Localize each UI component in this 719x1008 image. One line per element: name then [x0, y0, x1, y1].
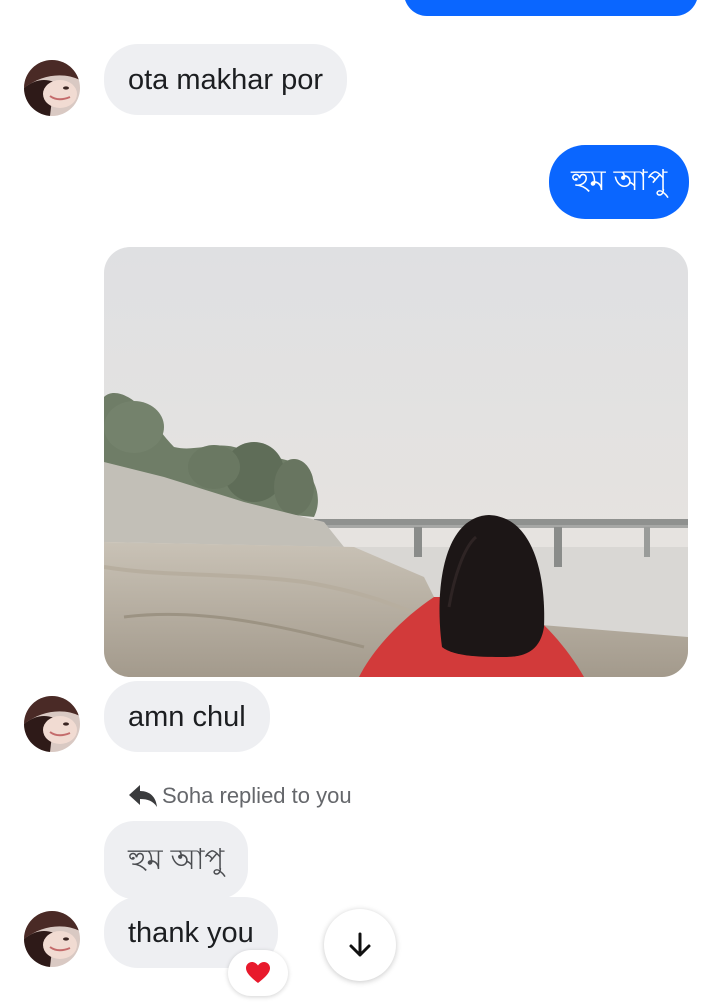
message-bubble-incoming[interactable]: amn chul [104, 681, 270, 752]
avatar-photo [24, 60, 80, 116]
reply-note-text: Soha replied to you [162, 783, 352, 808]
previous-outgoing-bubble[interactable] [404, 0, 698, 16]
reaction-badge[interactable] [228, 950, 288, 996]
scroll-to-bottom-button[interactable] [324, 909, 396, 981]
heart-icon [246, 962, 270, 983]
message-text: thank you [128, 916, 254, 949]
avatar[interactable] [24, 696, 80, 752]
quoted-message-bubble[interactable]: হুম আপু [104, 821, 249, 899]
arrow-down-icon [349, 932, 371, 957]
avatar-photo [24, 696, 80, 752]
message-text: হুম আপু [128, 844, 225, 876]
reply-arrow-icon [129, 785, 157, 807]
chat-thread: ota makhar por হুম আপু amn chul Soha rep… [0, 0, 719, 1008]
message-text: amn chul [128, 700, 246, 733]
message-text: ota makhar por [128, 63, 324, 96]
message-text: হুম আপু [571, 164, 668, 197]
avatar-photo [24, 911, 80, 967]
photo-message[interactable] [104, 247, 688, 677]
avatar[interactable] [24, 60, 80, 116]
message-bubble-outgoing[interactable]: হুম আপু [549, 145, 690, 219]
reply-indicator: Soha replied to you [128, 780, 352, 812]
river-photo [104, 247, 688, 677]
avatar[interactable] [24, 911, 80, 967]
message-bubble-incoming[interactable]: ota makhar por [104, 44, 348, 115]
